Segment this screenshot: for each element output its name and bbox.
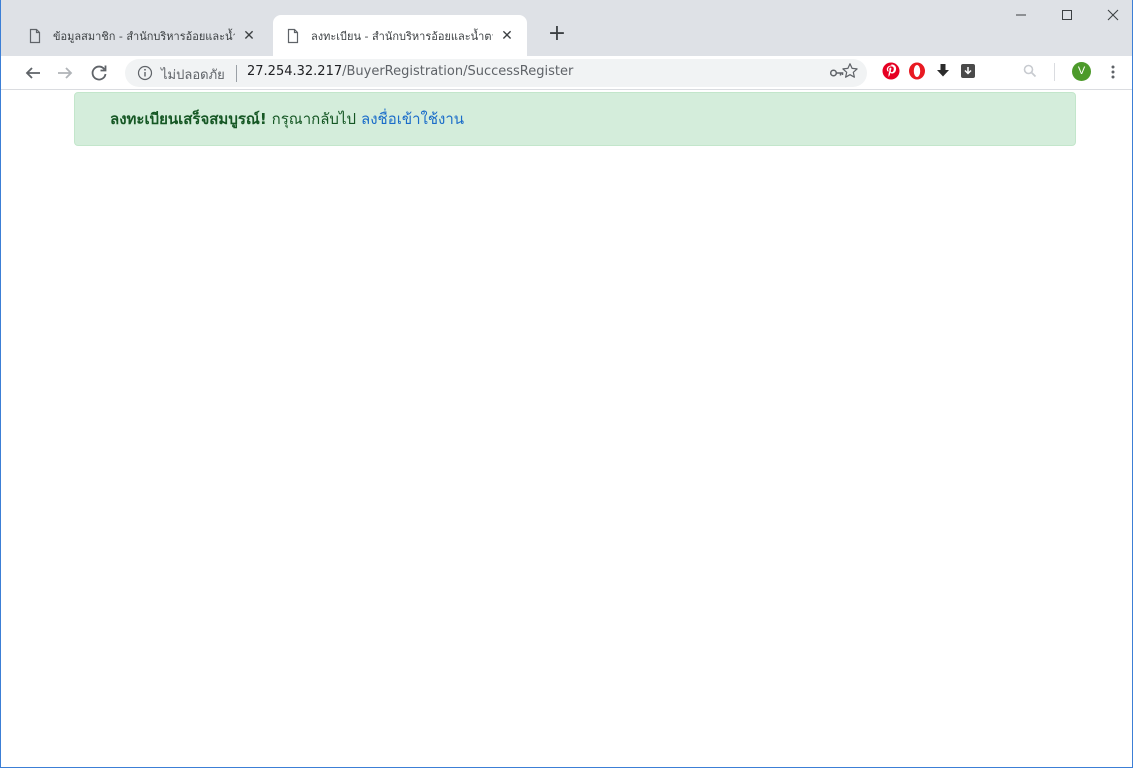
pinterest-icon[interactable]: [881, 61, 901, 81]
window-close-icon[interactable]: [1090, 0, 1133, 30]
opera-icon[interactable]: [907, 61, 927, 81]
tab-strip: ข้อมูลสมาชิก - สำนักบริหารอ้อยและน้ำ ✕ ล…: [1, 0, 1132, 56]
forward-arrow-icon[interactable]: [53, 61, 77, 85]
search-extension-icon[interactable]: [1020, 61, 1040, 81]
download-icon[interactable]: [933, 61, 953, 81]
tab-member-info[interactable]: ข้อมูลสมาชิก - สำนักบริหารอ้อยและน้ำ ✕: [15, 15, 269, 56]
reload-icon[interactable]: [87, 61, 111, 85]
url-host: 27.254.32.217: [247, 64, 343, 79]
address-bar[interactable]: ไม่ปลอดภัย 27.254.32.217/BuyerRegistrati…: [125, 59, 867, 87]
tab-title: ลงทะเบียน - สำนักบริหารอ้อยและน้ำตา: [311, 29, 493, 43]
success-alert: ลงทะเบียนเสร็จสมบูรณ์! กรุณากลับไป ลงชื่…: [74, 92, 1076, 146]
url-text[interactable]: 27.254.32.217/BuyerRegistration/SuccessR…: [247, 64, 573, 79]
kebab-menu-icon[interactable]: [1108, 62, 1118, 82]
close-icon[interactable]: ✕: [499, 28, 515, 44]
address-divider: [236, 65, 237, 82]
maximize-icon[interactable]: [1044, 0, 1090, 30]
extension-icon[interactable]: [958, 61, 978, 81]
alert-heading: ลงทะเบียนเสร็จสมบูรณ์!: [110, 110, 267, 128]
avatar[interactable]: V: [1072, 62, 1091, 81]
browser-window: ข้อมูลสมาชิก - สำนักบริหารอ้อยและน้ำ ✕ ล…: [0, 0, 1133, 768]
tab-title: ข้อมูลสมาชิก - สำนักบริหารอ้อยและน้ำ: [53, 29, 235, 43]
url-path: /BuyerRegistration/SuccessRegister: [342, 64, 574, 79]
back-arrow-icon[interactable]: [21, 61, 45, 85]
minimize-icon[interactable]: [998, 0, 1044, 30]
plus-icon[interactable]: +: [543, 20, 571, 48]
document-icon: [287, 28, 299, 43]
not-secure-label: ไม่ปลอดภัย: [161, 68, 225, 83]
alert-text: กรุณากลับไป: [271, 110, 357, 128]
login-link[interactable]: ลงชื่อเข้าใช้งาน: [361, 107, 464, 131]
page-content: ลงทะเบียนเสร็จสมบูรณ์! กรุณากลับไป ลงชื่…: [1, 90, 1132, 767]
tab-registration[interactable]: ลงทะเบียน - สำนักบริหารอ้อยและน้ำตา ✕: [273, 15, 527, 56]
document-icon: [29, 28, 41, 43]
toolbar-divider: [1054, 63, 1055, 81]
info-icon[interactable]: [137, 65, 153, 81]
star-icon[interactable]: [841, 62, 859, 80]
close-icon[interactable]: ✕: [241, 28, 257, 44]
